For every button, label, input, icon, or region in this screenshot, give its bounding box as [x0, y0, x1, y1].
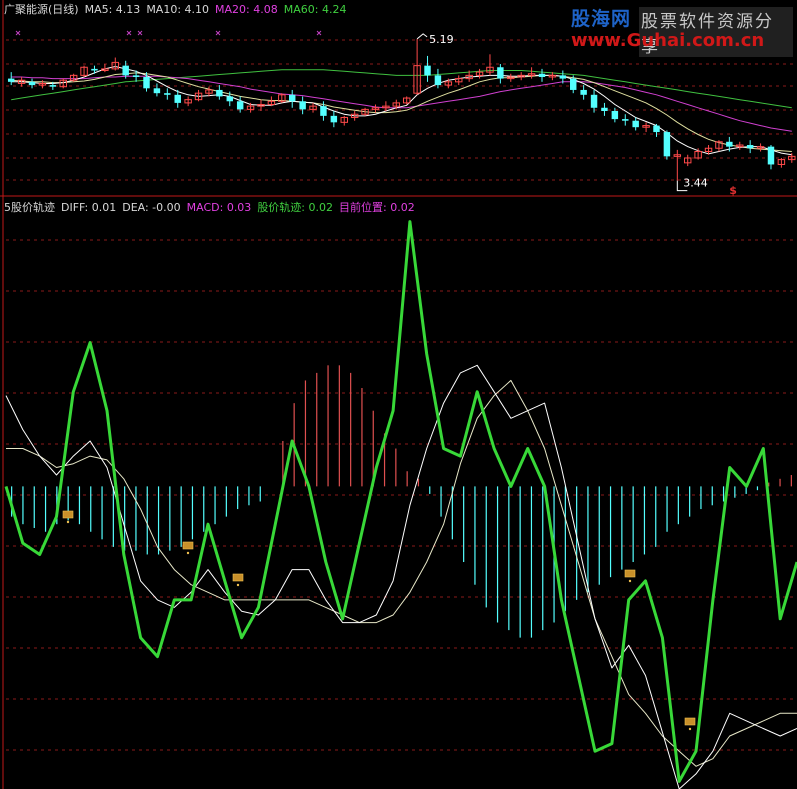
candle-body-down [330, 115, 338, 123]
candle-body-down [497, 67, 504, 79]
candle-body-down [570, 78, 577, 90]
dea-label: DEA: -0.00 [122, 201, 181, 214]
current-position-label: 目前位置: 0.02 [339, 201, 415, 214]
candle-body-down [28, 81, 36, 86]
logo-main-text: 股海网 [571, 8, 632, 30]
buy-signal-dot [66, 520, 70, 524]
candle-body-down [538, 73, 546, 77]
buy-signal-flag [624, 569, 636, 578]
low-price-label: 3.44 [683, 177, 708, 190]
dea-line [6, 379, 797, 767]
stock-name: 广聚能源(日线) [4, 3, 79, 16]
signal-x-marker [137, 30, 143, 36]
candle-body-down [424, 65, 431, 76]
candle-body-down [653, 125, 660, 133]
candle-body-down [7, 78, 15, 82]
trajectory-label: 股价轨迹: 0.02 [257, 201, 334, 214]
stock-chart: 5.19 3.44 $ [0, 0, 797, 789]
signal-x-marker [126, 30, 132, 36]
ma20-label: MA20: 4.08 [215, 3, 278, 16]
ma5-label: MA5: 4.13 [84, 3, 141, 16]
ma60-label: MA60: 4.24 [283, 3, 347, 16]
ma10-line [11, 72, 792, 152]
candle-body-down [164, 93, 171, 95]
diff-line [5, 364, 797, 789]
candle-body-down [299, 101, 306, 110]
candle-body-down [174, 94, 181, 103]
indicator-panel-header: 5股价轨迹 DIFF: 0.01 DEA: -0.00 MACD: 0.03 股价轨迹:… [4, 199, 421, 215]
candle-body-down [726, 141, 733, 147]
ma20-line [11, 75, 792, 132]
candle-body-down [580, 89, 587, 95]
candle-body-down [601, 107, 608, 111]
buy-signal-flag [684, 717, 696, 726]
candle-body-down [663, 132, 671, 157]
signal-x-marker [316, 30, 322, 36]
candle-body-down [611, 111, 619, 120]
price-panel-header: 广聚能源(日线) MA5: 4.13 MA10: 4.10 MA20: 4.08 MA6… [4, 1, 352, 17]
buy-signal-flag [232, 573, 244, 582]
signal-marker: $ [729, 184, 737, 197]
ma60-line [11, 69, 792, 109]
candle-body-down [559, 75, 567, 79]
candle-body-down [216, 89, 223, 97]
candle-body-down [143, 76, 150, 89]
high-price-label: 5.19 [429, 33, 454, 46]
signal-x-marker [15, 30, 21, 36]
candle-body-down [746, 145, 754, 149]
candle-body-down [320, 106, 327, 116]
buy-signal-dot [688, 727, 692, 731]
candle-body-down [132, 75, 140, 77]
diff-label: DIFF: 0.01 [61, 201, 117, 214]
high-pointer [416, 33, 428, 40]
candle-body-down [434, 75, 442, 86]
signal-x-marker [215, 30, 221, 36]
candle-body-down [49, 85, 57, 87]
candle-body-down [632, 120, 639, 128]
indicator-name: 5股价轨迹 [4, 201, 55, 214]
buy-signal-dot [186, 551, 190, 555]
logo-url-text: www.Guhai.com.cn [571, 30, 765, 51]
buy-signal-flag [182, 541, 194, 550]
candle-body-down [622, 119, 629, 121]
candle-body-down [122, 65, 129, 76]
candle-body-down [226, 96, 233, 102]
candle-body-down [91, 68, 98, 71]
candle-body-down [288, 94, 296, 102]
candle-body-down [153, 88, 161, 94]
guhai-logo: 股海网 股票软件资源分享 www.Guhai.com.cn [571, 4, 793, 57]
buy-signal-dot [236, 583, 240, 587]
candle-body-down [767, 146, 775, 165]
macd-label: MACD: 0.03 [186, 201, 252, 214]
candle-body-down [236, 101, 244, 110]
buy-signal-flag [62, 510, 74, 519]
candle-body-down [590, 94, 598, 108]
ma10-label: MA10: 4.10 [146, 3, 210, 16]
buy-signal-dot [628, 579, 632, 583]
